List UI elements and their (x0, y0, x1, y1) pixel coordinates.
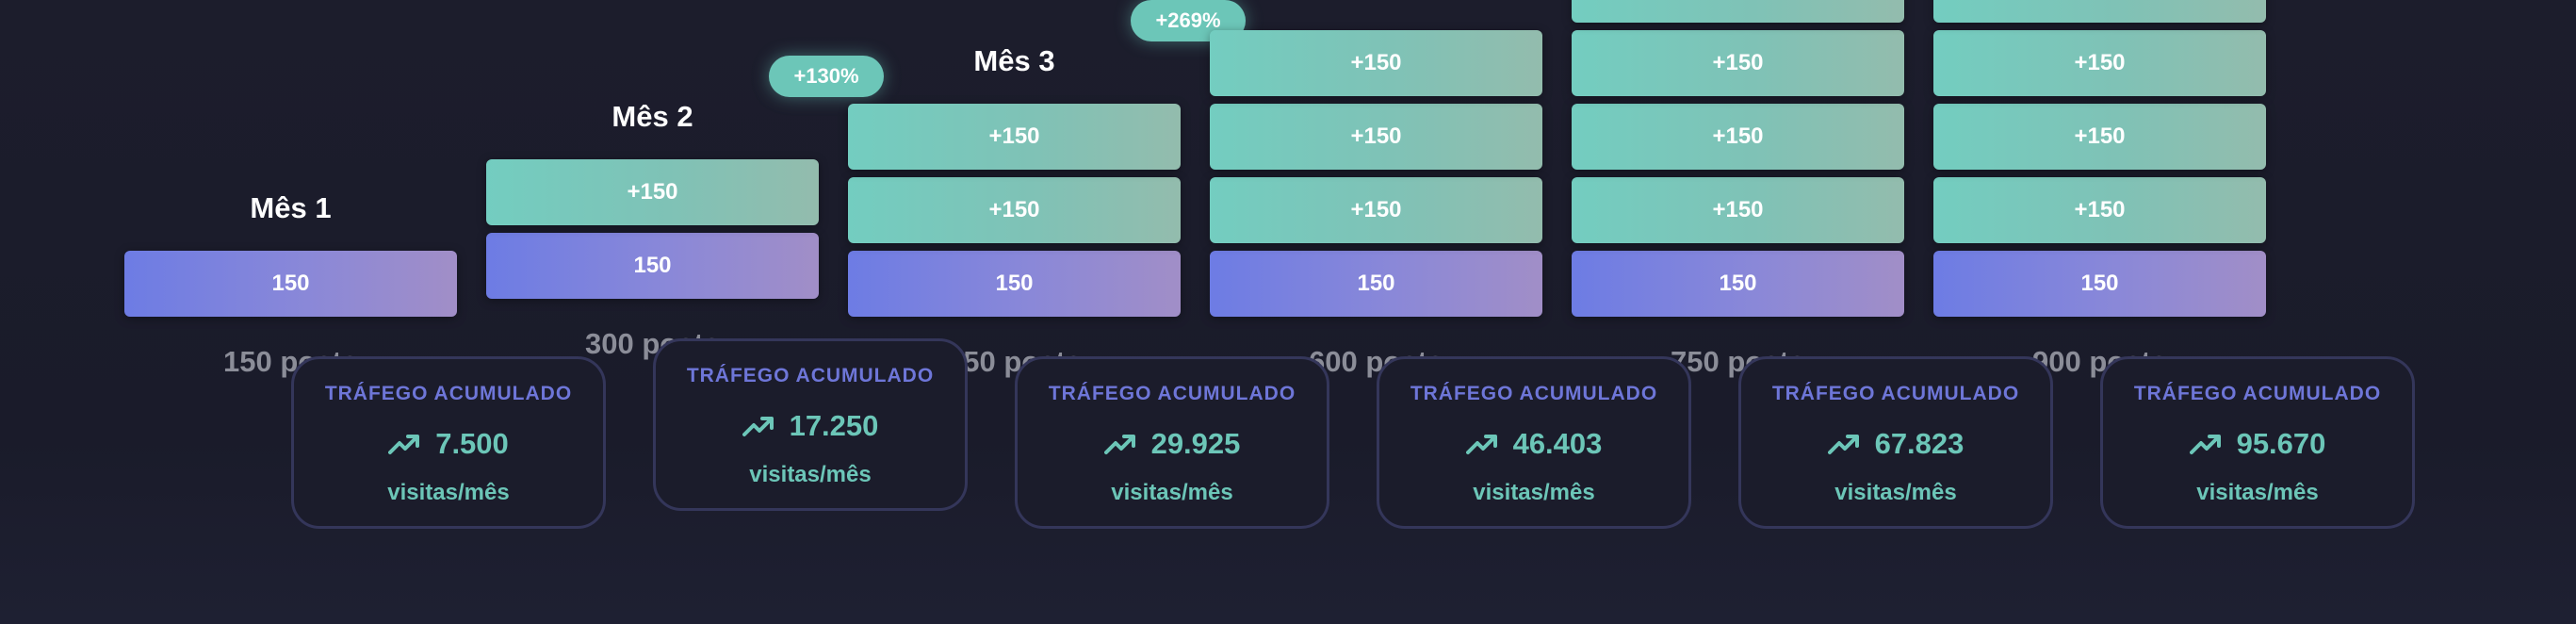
increment-block: +150 (1572, 104, 1904, 170)
increment-block: +150 (1933, 177, 2266, 243)
traffic-card-value: 7.500 (294, 427, 603, 461)
increment-block: +150 (1210, 177, 1542, 243)
traffic-card-unit: visitas/mês (1834, 480, 1957, 505)
base-block: 150 (848, 251, 1181, 317)
traffic-card: TRÁFEGO ACUMULADO 29.925 visitas/mês (1015, 356, 1329, 529)
traffic-card: TRÁFEGO ACUMULADO 67.823 visitas/mês (1738, 356, 2053, 529)
base-block: 150 (1210, 251, 1542, 317)
traffic-card-value: 29.925 (1018, 427, 1327, 461)
month-label: Mês 3 (973, 44, 1055, 77)
bar-stack-2: 150 +150 Mês 2 (486, 0, 819, 624)
traffic-card-title: TRÁFEGO ACUMULADO (324, 383, 573, 404)
trending-up-icon (388, 435, 420, 454)
increment-block: +150 (1572, 177, 1904, 243)
trending-up-icon (742, 417, 774, 436)
trending-up-icon (1103, 435, 1135, 454)
traffic-card-title: TRÁFEGO ACUMULADO (1048, 383, 1296, 404)
traffic-card-unit: visitas/mês (1111, 480, 1233, 505)
traffic-value-number: 29.925 (1150, 427, 1241, 460)
month-label: Mês 1 (250, 191, 332, 224)
traffic-card: TRÁFEGO ACUMULADO 17.250 visitas/mês (653, 338, 968, 511)
traffic-value-number: 67.823 (1874, 427, 1965, 460)
increment-block: +150 (1933, 104, 2266, 170)
trending-up-icon (1465, 435, 1497, 454)
traffic-card: TRÁFEGO ACUMULADO 95.670 visitas/mês (2100, 356, 2415, 529)
increment-block: +150 (1933, 30, 2266, 96)
traffic-card-unit: visitas/mês (749, 462, 872, 487)
trending-up-icon (1827, 435, 1859, 454)
traffic-card-unit: visitas/mês (1473, 480, 1595, 505)
month-label: Mês 2 (611, 100, 693, 133)
increment-block: +150 (486, 159, 819, 225)
traffic-card-value: 95.670 (2103, 427, 2412, 461)
base-block: 150 (1572, 251, 1904, 317)
traffic-card-title: TRÁFEGO ACUMULADO (1410, 383, 1658, 404)
increment-block: +150 (1572, 30, 1904, 96)
trending-up-icon (2189, 435, 2221, 454)
increment-block: +150 (848, 104, 1181, 170)
traffic-card-value: 46.403 (1379, 427, 1688, 461)
traffic-card-title: TRÁFEGO ACUMULADO (1771, 383, 2020, 404)
traffic-card-title: TRÁFEGO ACUMULADO (686, 365, 935, 386)
traffic-card-value: 17.250 (656, 409, 965, 443)
traffic-value-number: 95.670 (2236, 427, 2326, 460)
bar-stack-6: 150+150+150+150+150+150 (1933, 0, 2266, 624)
bar-stack-1: 150 Mês 1 (124, 0, 457, 624)
traffic-card-title: TRÁFEGO ACUMULADO (2133, 383, 2382, 404)
traffic-value-number: 7.500 (435, 427, 509, 460)
base-block: 150 (1933, 251, 2266, 317)
increment-block: +150 (1210, 30, 1542, 96)
traffic-card: TRÁFEGO ACUMULADO 46.403 visitas/mês (1377, 356, 1691, 529)
base-block: 150 (124, 251, 457, 317)
increment-block: +150 (1572, 0, 1904, 23)
traffic-value-number: 17.250 (789, 409, 879, 442)
traffic-value-number: 46.403 (1512, 427, 1603, 460)
base-block: 150 (486, 233, 819, 299)
increment-block: +150 (1210, 104, 1542, 170)
bar-stack-4: 150 +150 +150 +150 (1210, 0, 1542, 624)
increment-block: +150 (848, 177, 1181, 243)
traffic-growth-diagram: 150 Mês 1 150 posts 150 +150 Mês 2 +130% 300 po… (0, 0, 2576, 624)
increment-block: +150 (1933, 0, 2266, 23)
traffic-card-unit: visitas/mês (2196, 480, 2319, 505)
traffic-card-unit: visitas/mês (387, 480, 510, 505)
traffic-card-value: 67.823 (1741, 427, 2050, 461)
bar-stack-5: 150 +150 +150 +150 +150 (1572, 0, 1904, 624)
traffic-card: TRÁFEGO ACUMULADO 7.500 visitas/mês (291, 356, 606, 529)
bar-stack-3: 150 +150 +150 Mês 3 (848, 0, 1181, 624)
